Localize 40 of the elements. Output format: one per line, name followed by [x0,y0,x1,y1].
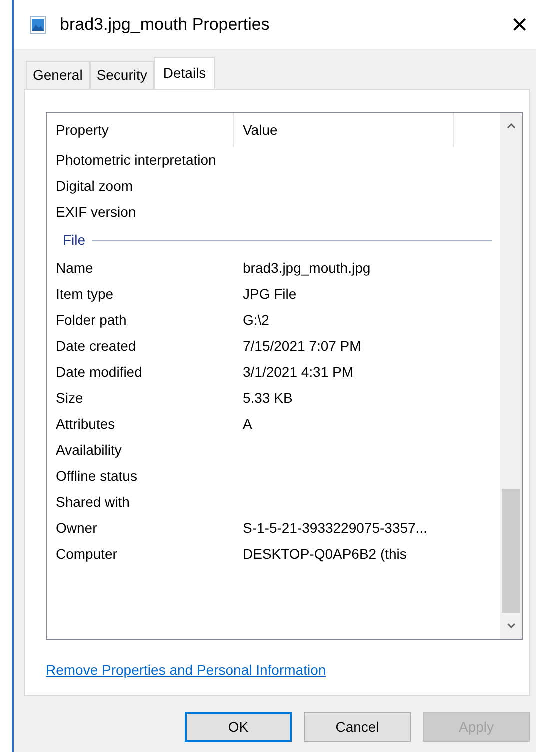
tab[interactable]: General [26,61,90,89]
tab[interactable]: Security [90,61,154,89]
property-value: DESKTOP-Q0AP6B2 (this [242,544,408,564]
dialog-button[interactable]: Cancel [304,712,411,742]
property-value: 7/15/2021 7:07 PM [242,336,362,356]
property-value: G:\2 [242,310,270,330]
column-header[interactable]: Property [47,113,234,147]
property-name: Shared with [55,492,131,512]
image-file-icon [30,16,46,34]
window-title: brad3.jpg_mouth Properties [60,14,271,36]
property-value: S-1-5-21-3933229075-3357... [242,518,428,538]
property-value: brad3.jpg_mouth.jpg [242,258,372,278]
property-name: Folder path [55,310,128,330]
close-button[interactable]: × [512,10,536,38]
property-name: Attributes [55,414,116,434]
tab[interactable]: Details [154,57,216,89]
property-name: Availability [55,440,123,460]
property-name: Digital zoom [55,176,134,196]
property-name: Owner [55,518,98,538]
remove-properties-link[interactable]: Remove Properties and Personal Information [46,660,326,681]
scroll-up-icon[interactable] [506,123,516,129]
property-name: Offline status [55,466,138,486]
scroll-down-icon[interactable] [506,623,516,629]
property-value: A [242,414,254,434]
property-name: Computer [55,544,118,564]
column-header[interactable]: Value [234,113,454,147]
property-value: 3/1/2021 4:31 PM [242,362,355,382]
section-heading: File [63,230,86,250]
scrollbar[interactable] [500,113,522,639]
property-name: Name [55,258,94,278]
property-name: Photometric interpretation [55,150,218,170]
property-name: Date created [55,336,138,356]
scroll-thumb[interactable] [502,489,520,613]
property-name: Size [55,388,84,408]
property-name: Date modified [55,362,144,382]
dialog-button[interactable]: OK [185,712,292,742]
property-value: JPG File [242,284,298,304]
property-name: Item type [55,284,115,304]
property-value: 5.33 KB [242,388,294,408]
property-name: EXIF version [55,202,138,222]
